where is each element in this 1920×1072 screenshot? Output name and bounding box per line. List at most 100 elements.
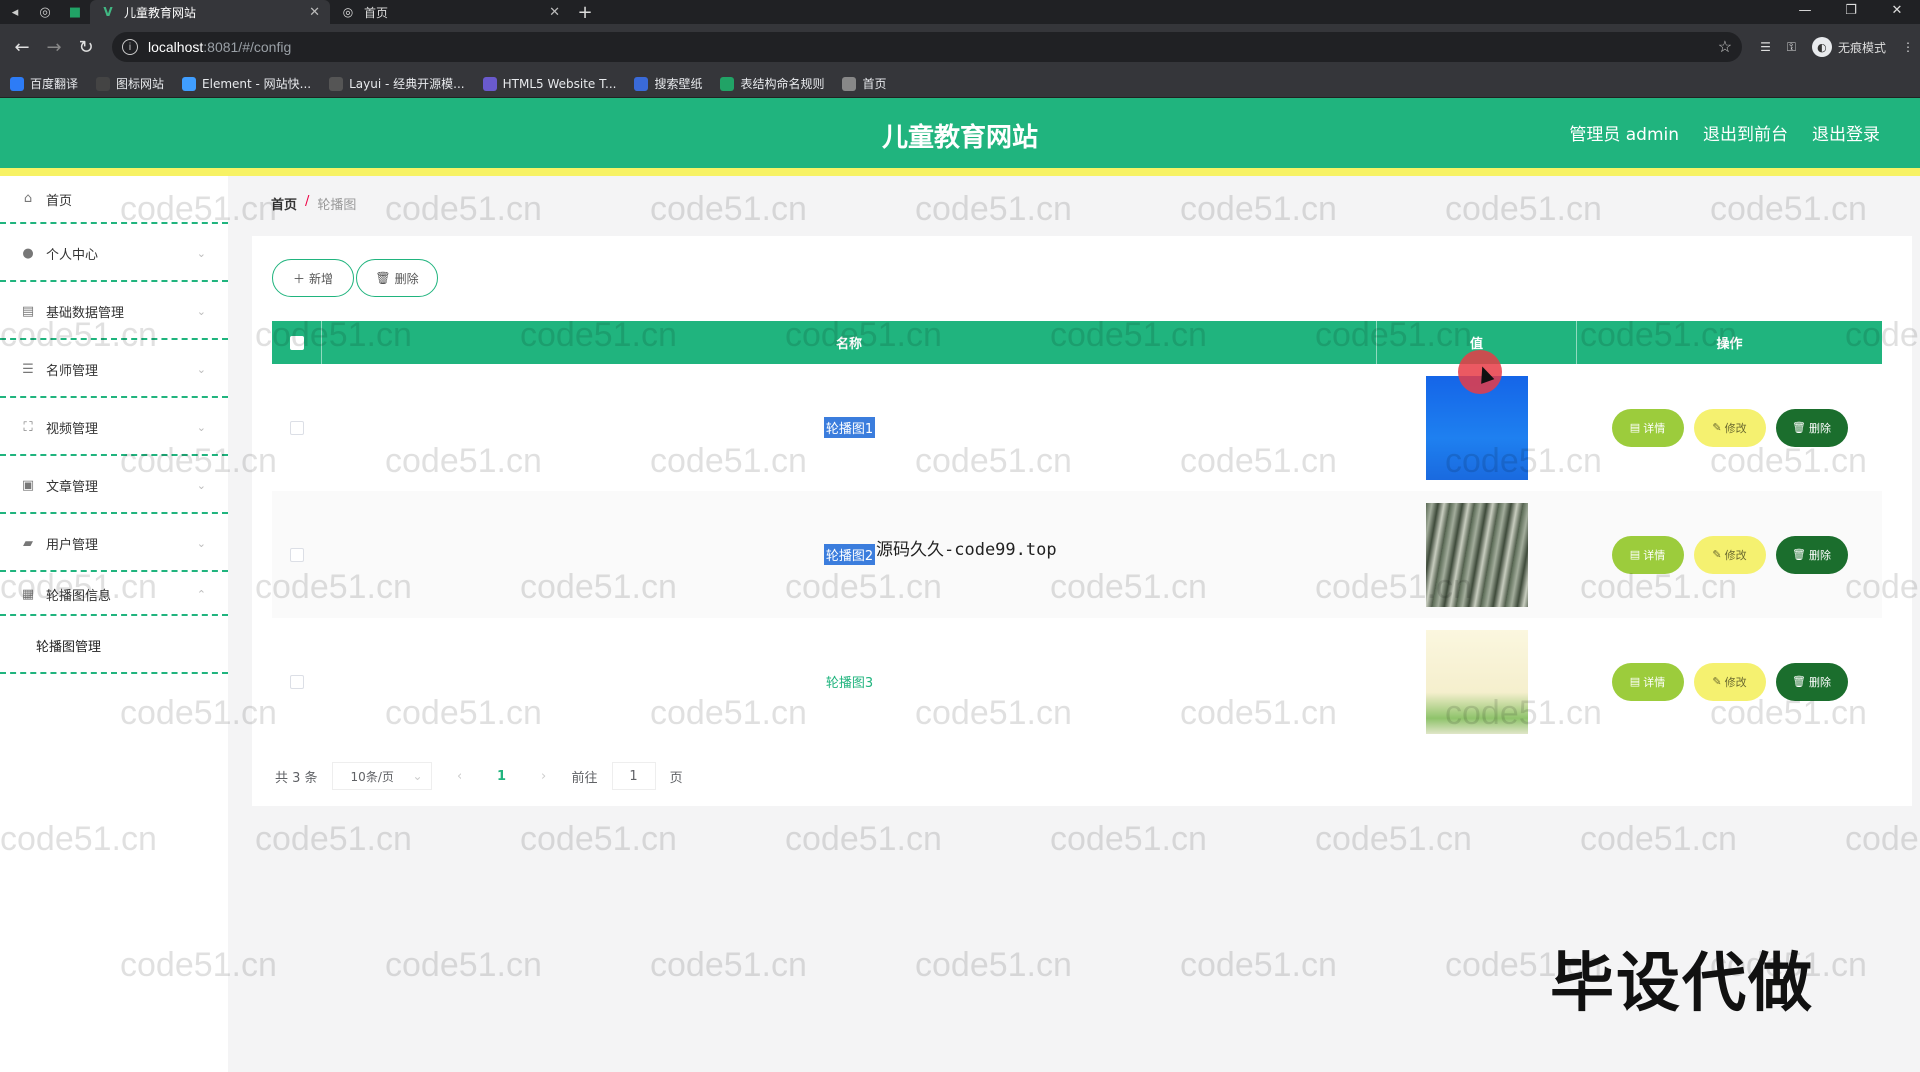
sidebar-item-home[interactable]: ⌂ 首页: [0, 176, 228, 224]
restore-icon[interactable]: ❐: [1828, 0, 1874, 24]
detail-label: 详情: [1643, 421, 1666, 435]
breadcrumb-home[interactable]: 首页: [271, 194, 297, 213]
reload-icon[interactable]: ↻: [70, 31, 102, 63]
app-icon[interactable]: ■: [60, 0, 90, 24]
bookmark-item[interactable]: 首页: [842, 75, 887, 92]
row-delete-button[interactable]: 🗑 删除: [1775, 662, 1848, 701]
prev-page-icon[interactable]: ‹: [446, 769, 474, 784]
app-header: 儿童教育网站 管理员 admin 退出到前台 退出登录: [0, 98, 1920, 176]
header-name[interactable]: 名称: [322, 321, 1377, 364]
bookmark-label: HTML5 Website T...: [502, 76, 617, 91]
sidebar-item-carousel[interactable]: ▦ 轮播图信息 ⌃: [0, 572, 228, 616]
row-delete-button[interactable]: 🗑 删除: [1775, 408, 1848, 447]
carousel-image[interactable]: [1426, 629, 1528, 734]
bookmark-item[interactable]: 搜索壁纸: [634, 75, 702, 92]
header-links: 管理员 admin 退出到前台 退出登录: [1569, 120, 1880, 145]
bookmark-item[interactable]: 百度翻译: [10, 75, 78, 92]
watermark-text: code51.cn: [650, 946, 807, 984]
goto-page-input[interactable]: 1: [611, 762, 656, 790]
watermark-text: code51.cn: [785, 820, 942, 858]
next-page-icon[interactable]: ›: [530, 769, 558, 784]
detail-button[interactable]: ▤ 详情: [1611, 662, 1684, 701]
edit-button[interactable]: ✎ 修改: [1693, 662, 1766, 701]
info-icon[interactable]: i: [122, 39, 138, 55]
sidebar-item-teachers[interactable]: ☰ 名师管理 ⌄: [0, 340, 228, 398]
chevron-down-icon: ⌄: [196, 246, 206, 260]
page-size-select[interactable]: 10条/页 ⌄: [331, 762, 432, 790]
pencil-icon: ✎: [1712, 421, 1722, 434]
detail-button[interactable]: ▤ 详情: [1611, 535, 1684, 574]
name-cell: 轮播图1: [322, 364, 1377, 491]
select-all-checkbox[interactable]: [289, 335, 304, 350]
fullscreen-icon: ⛶: [23, 419, 33, 435]
bookmark-item[interactable]: Element - 网站快...: [182, 75, 311, 92]
pagination-total: 共 3 条: [275, 770, 318, 786]
name-cell: 轮播图3: [322, 618, 1377, 745]
incognito-indicator[interactable]: ◐ 无痕模式: [1811, 37, 1886, 57]
watermark-text: code51.cn: [1180, 946, 1337, 984]
logout-link[interactable]: 退出登录: [1812, 120, 1880, 145]
bookmark-item[interactable]: 图标网站: [96, 75, 164, 92]
new-tab-button[interactable]: +: [570, 2, 600, 23]
table-row: 轮播图2 ▤ 详情 ✎ 修改 🗑 删除: [272, 491, 1882, 618]
add-button[interactable]: ＋ 新增: [272, 259, 354, 297]
reading-list-icon[interactable]: ☰: [1760, 40, 1771, 54]
watermark-text: code51.cn: [1710, 190, 1867, 228]
bookmark-label: 表结构命名规则: [740, 77, 825, 91]
back-icon[interactable]: ←: [6, 31, 38, 63]
bookmark-item[interactable]: HTML5 Website T...: [482, 76, 617, 91]
minimize-icon[interactable]: —: [1782, 0, 1828, 24]
detail-button[interactable]: ▤ 详情: [1611, 408, 1684, 447]
document-icon: ▤: [1629, 675, 1641, 688]
window-controls: — ❐ ✕: [1782, 0, 1920, 24]
table-row: 轮播图3 ▤ 详情 ✎ 修改 🗑 删除: [272, 618, 1882, 745]
audio-icon[interactable]: ◂: [0, 0, 30, 24]
row-checkbox-cell: [272, 618, 322, 745]
row-delete-button[interactable]: 🗑 删除: [1775, 535, 1848, 574]
home-icon: ⌂: [23, 190, 33, 206]
ops-cell: ▤ 详情 ✎ 修改 🗑 删除: [1577, 618, 1882, 745]
sidebar-item-videos[interactable]: ⛶ 视频管理 ⌄: [0, 398, 228, 456]
row-checkbox[interactable]: [290, 420, 304, 435]
tab-title: 首页: [364, 5, 389, 20]
bookmark-icon: [634, 76, 649, 91]
breadcrumb: 首页 / 轮播图: [271, 194, 356, 213]
sidebar-item-articles[interactable]: ▣ 文章管理 ⌄: [0, 456, 228, 514]
sidebar-item-users[interactable]: ▰ 用户管理 ⌄: [0, 514, 228, 572]
sidebar-item-label: 个人中心: [46, 247, 99, 263]
pencil-icon: ✎: [1712, 548, 1722, 561]
key-icon[interactable]: ⚿: [1787, 40, 1796, 55]
close-icon[interactable]: ✕: [549, 5, 560, 20]
globe-icon[interactable]: ◎: [30, 0, 60, 24]
table-header: 名称 值 操作: [272, 321, 1882, 364]
to-front-link[interactable]: 退出到前台: [1703, 120, 1788, 145]
close-icon[interactable]: ✕: [309, 5, 320, 20]
forward-icon[interactable]: →: [38, 31, 70, 63]
sidebar-item-base-data[interactable]: ▤ 基础数据管理 ⌄: [0, 282, 228, 340]
star-icon[interactable]: ☆: [1718, 37, 1732, 57]
row-checkbox[interactable]: [290, 547, 304, 562]
goto-prefix: 前往: [571, 770, 598, 786]
bookmark-item[interactable]: 表结构命名规则: [720, 75, 824, 92]
browser-tab-active[interactable]: V 儿童教育网站 ✕: [90, 0, 330, 24]
chevron-up-icon: ⌃: [196, 587, 206, 601]
sidebar-item-label: 轮播图信息: [46, 588, 112, 604]
sidebar-item-profile[interactable]: ● 个人中心 ⌄: [0, 224, 228, 282]
browser-tab[interactable]: ◎ 首页 ✕: [330, 0, 570, 24]
delete-button[interactable]: 🗑 删除: [356, 259, 438, 297]
row-checkbox[interactable]: [290, 674, 304, 689]
bookmark-item[interactable]: Layui - 经典开源模...: [329, 75, 465, 92]
menu-kebab-icon[interactable]: ⋮: [1902, 40, 1914, 54]
edit-button[interactable]: ✎ 修改: [1693, 535, 1766, 574]
edit-button[interactable]: ✎ 修改: [1693, 408, 1766, 447]
sidebar-subitem-carousel-manage[interactable]: 轮播图管理: [0, 616, 228, 674]
bookmark-label: 搜索壁纸: [654, 77, 703, 91]
close-window-icon[interactable]: ✕: [1874, 0, 1920, 24]
url-path: :8081/#/config: [203, 39, 292, 55]
trash-icon: 🗑: [375, 271, 391, 285]
page-number[interactable]: 1: [488, 769, 516, 784]
carousel-image[interactable]: [1426, 502, 1528, 607]
ops-cell: ▤ 详情 ✎ 修改 🗑 删除: [1577, 364, 1882, 491]
url-input[interactable]: i localhost :8081/#/config ☆: [112, 32, 1743, 62]
header-ops: 操作: [1716, 337, 1743, 352]
